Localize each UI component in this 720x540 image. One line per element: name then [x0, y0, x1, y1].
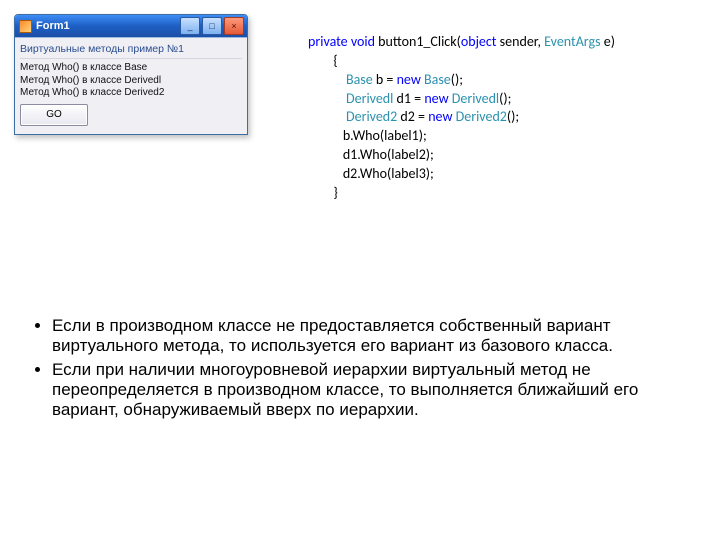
code-token: (); — [507, 108, 519, 125]
code-token: d2 = — [397, 108, 428, 125]
bullet-list: Если в производном классе не предоставля… — [28, 316, 690, 424]
form-title: Form1 — [36, 20, 70, 32]
minimize-button[interactable]: _ — [180, 17, 200, 35]
code-token: new — [428, 108, 452, 125]
output-line-2: Метод Who() в классе Derivedl — [20, 75, 242, 88]
code-line: d1.Who(label2); — [308, 146, 434, 163]
go-button[interactable]: GO — [20, 104, 88, 126]
code-token: Base — [421, 71, 451, 88]
bullet-item-1: Если в производном классе не предоставля… — [52, 316, 690, 356]
code-token: button1_Click( — [375, 33, 461, 50]
code-token: new — [397, 71, 421, 88]
code-token: e) — [601, 33, 615, 50]
form-heading: Виртуальные методы пример №1 — [20, 41, 242, 59]
form-body: Виртуальные методы пример №1 Метод Who()… — [15, 37, 247, 134]
code-token: Base — [346, 71, 373, 88]
code-token: d1 = — [393, 90, 424, 107]
code-line: { — [308, 52, 338, 69]
code-token: (); — [499, 90, 511, 107]
output-line-1: Метод Who() в классе Base — [20, 62, 242, 75]
code-line: b.Who(label1); — [308, 127, 427, 144]
bullet-item-2: Если при наличии многоуровневой иерархии… — [52, 360, 690, 420]
close-button[interactable]: × — [224, 17, 244, 35]
code-token: b = — [373, 71, 397, 88]
code-token: EventArgs — [544, 33, 600, 50]
code-token: object — [461, 33, 497, 50]
code-token: void — [348, 33, 375, 50]
code-token: Derivedl — [449, 90, 500, 107]
maximize-button[interactable]: □ — [202, 17, 222, 35]
output-line-3: Метод Who() в классе Derived2 — [20, 87, 242, 100]
code-line: d2.Who(label3); — [308, 165, 434, 182]
code-token: (); — [451, 71, 463, 88]
code-snippet: private void button1_Click(object sender… — [268, 14, 615, 222]
code-token: private — [308, 33, 348, 50]
app-icon — [19, 20, 32, 33]
code-token: Derivedl — [346, 90, 393, 107]
code-token: sender, — [497, 33, 545, 50]
code-token: Derived2 — [346, 108, 397, 125]
form-titlebar[interactable]: Form1 _ □ × — [15, 15, 247, 37]
code-line: } — [308, 184, 338, 201]
code-token: Derived2 — [452, 108, 506, 125]
code-token: new — [424, 90, 448, 107]
form-window: Form1 _ □ × Виртуальные методы пример №1… — [14, 14, 248, 135]
